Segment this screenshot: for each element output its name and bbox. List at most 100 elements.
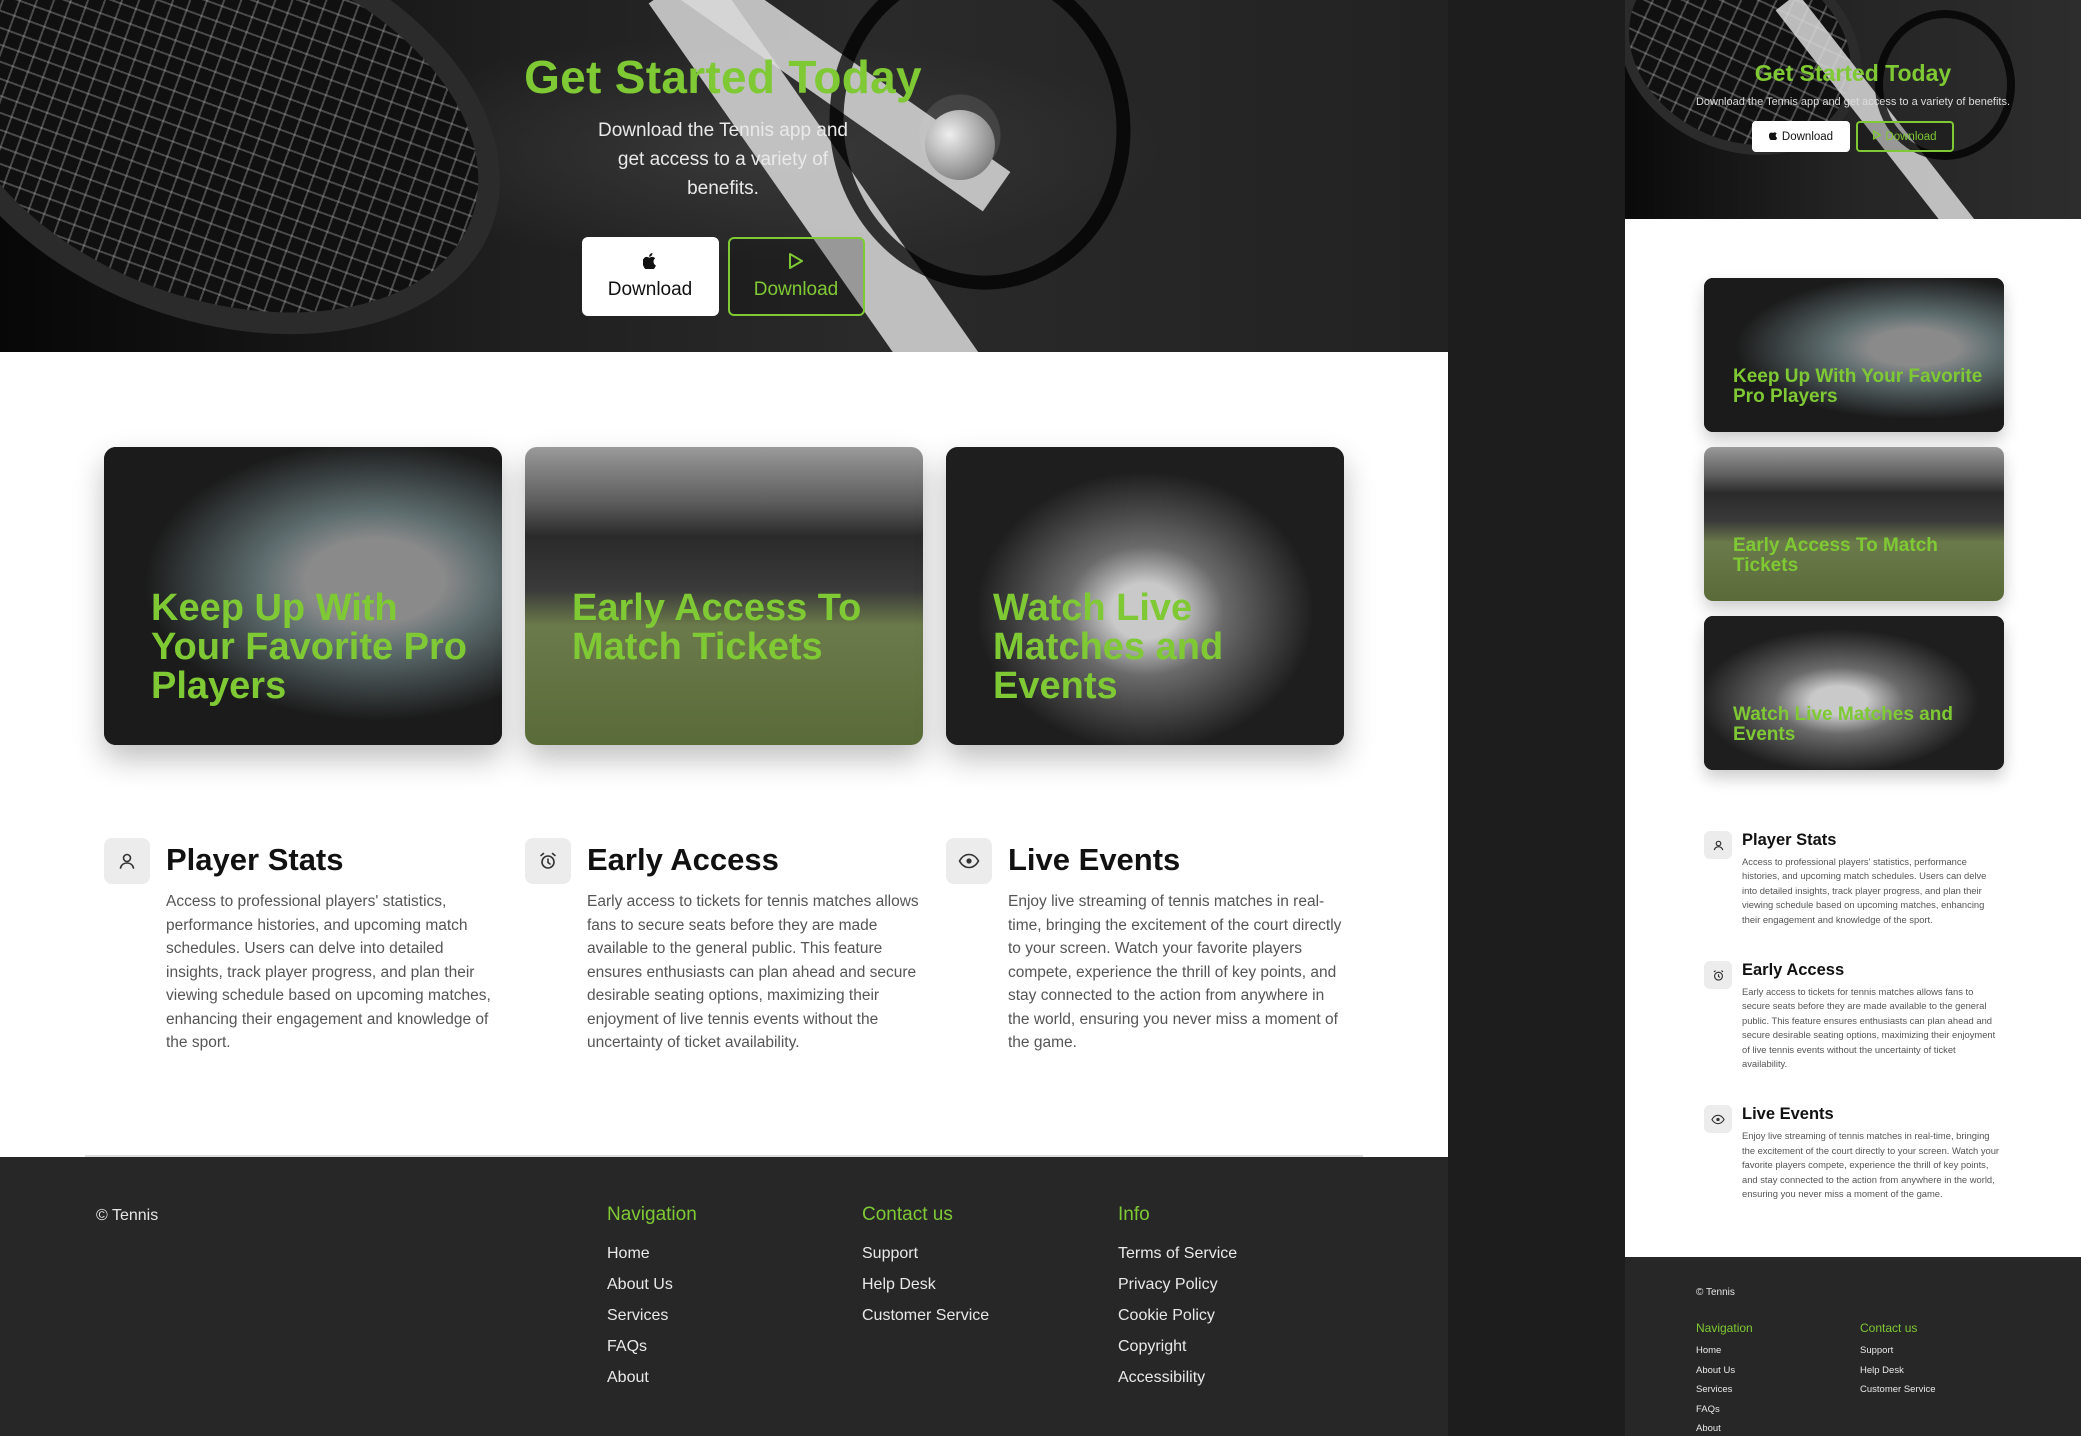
apple-icon (1768, 130, 1778, 143)
alarm-clock-icon (1704, 961, 1732, 990)
feature-live-events: Live Events Enjoy live streaming of tenn… (946, 838, 1344, 1055)
footer-link-home[interactable]: Home (1696, 1341, 1753, 1361)
tennis-player-fist-pump-image (1704, 278, 2004, 432)
footer-column-contact: Contact us Support Help Desk Customer Se… (862, 1204, 989, 1331)
desktop-view: Get Started Today Download the Tennis ap… (0, 0, 1448, 1436)
card-label: Keep Up With Your Favorite Pro Players (1733, 366, 1983, 407)
footer-link-help-desk[interactable]: Help Desk (1860, 1361, 1936, 1381)
footer-link-about-us[interactable]: About Us (1696, 1361, 1753, 1381)
footer-link-about[interactable]: About (1696, 1419, 1753, 1436)
footer-link-customer-service[interactable]: Customer Service (1860, 1380, 1936, 1400)
feature-player-stats: Player Stats Access to professional play… (1704, 831, 2004, 927)
footer-link-accessibility[interactable]: Accessibility (1118, 1362, 1237, 1393)
mobile-hero-section: Get Started Today Download the Tennis ap… (1625, 0, 2081, 219)
feature-title: Early Access (1742, 961, 1845, 980)
card-match-tickets[interactable]: Early Access To Match Tickets (1704, 447, 2004, 601)
feature-description: Enjoy live streaming of tennis matches i… (1008, 893, 1342, 1051)
footer-link-home[interactable]: Home (607, 1238, 697, 1269)
footer-column-info: Info Terms of Service Privacy Policy Coo… (1118, 1204, 1237, 1393)
user-icon (104, 838, 150, 884)
footer-heading: Info (1118, 1204, 1150, 1225)
eye-icon (946, 838, 992, 884)
footer-column-navigation: Navigation Home About Us Services FAQs A… (1696, 1321, 1753, 1436)
download-label: Download (753, 278, 839, 300)
footer-link-faqs[interactable]: FAQs (607, 1331, 697, 1362)
feature-title: Live Events (1742, 1105, 1834, 1124)
hero-content: Get Started Today Download the Tennis ap… (500, 50, 946, 316)
card-live-matches[interactable]: Watch Live Matches and Events (1704, 616, 2004, 770)
feature-description: Access to professional players' statisti… (166, 893, 491, 1051)
download-buttons: Download Download (500, 237, 946, 316)
hero-title: Get Started Today (524, 51, 922, 103)
benefit-cards: Keep Up With Your Favorite Pro Players E… (104, 447, 1344, 745)
card-pro-players[interactable]: Keep Up With Your Favorite Pro Players (104, 447, 502, 745)
app-store-download-button[interactable]: Download (581, 237, 719, 316)
feature-player-stats: Player Stats Access to professional play… (104, 838, 502, 1055)
card-label: Watch Live Matches and Events (1733, 704, 1953, 745)
eye-icon (1704, 1105, 1732, 1134)
feature-description: Access to professional players' statisti… (1742, 856, 1987, 925)
play-store-download-button[interactable]: Download (727, 237, 865, 316)
play-store-icon (789, 252, 803, 273)
footer-link-customer-service[interactable]: Customer Service (862, 1300, 989, 1331)
card-label: Keep Up With Your Favorite Pro Players (151, 587, 468, 707)
footer-link-privacy[interactable]: Privacy Policy (1118, 1269, 1237, 1300)
footer-column-navigation: Navigation Home About Us Services FAQs A… (607, 1204, 697, 1393)
mobile-view: Get Started Today Download the Tennis ap… (1625, 0, 2081, 1436)
card-match-tickets[interactable]: Early Access To Match Tickets (525, 447, 923, 745)
download-label: Download (1885, 130, 1937, 143)
tennis-stadium-crowd-image (1704, 447, 2004, 601)
feature-description: Early access to tickets for tennis match… (587, 893, 919, 1051)
feature-list: Player Stats Access to professional play… (104, 838, 1344, 1055)
apple-icon (642, 252, 657, 273)
footer-link-terms[interactable]: Terms of Service (1118, 1238, 1237, 1269)
footer-link-services[interactable]: Services (1696, 1380, 1753, 1400)
feature-title: Player Stats (166, 842, 344, 877)
footer-heading: Navigation (1696, 1321, 1753, 1335)
download-buttons: Download Download (1625, 121, 2081, 152)
card-label: Early Access To Match Tickets (1733, 535, 1938, 576)
hero-subtitle: Download the Tennis app and get access t… (597, 120, 848, 199)
footer-heading: Navigation (607, 1204, 697, 1225)
hero-title: Get Started Today (1754, 60, 1952, 86)
feature-title: Early Access (587, 842, 779, 877)
mobile-feature-list: Player Stats Access to professional play… (1704, 831, 2004, 1236)
feature-title: Player Stats (1742, 831, 1837, 849)
hero-subtitle: Download the Tennis app and get access t… (1695, 96, 2011, 108)
app-store-download-button[interactable]: Download (1752, 121, 1850, 152)
footer-link-about-us[interactable]: About Us (607, 1269, 697, 1300)
footer-link-support[interactable]: Support (862, 1238, 989, 1269)
feature-description: Enjoy live streaming of tennis matches i… (1742, 1130, 2000, 1200)
footer-link-copyright[interactable]: Copyright (1118, 1331, 1237, 1362)
feature-live-events: Live Events Enjoy live streaming of tenn… (1704, 1105, 2004, 1201)
tennis-player-forehand-image (1704, 616, 2004, 770)
mobile-hero-content: Get Started Today Download the Tennis ap… (1625, 60, 2081, 152)
footer-link-cookie[interactable]: Cookie Policy (1118, 1300, 1237, 1331)
footer-heading: Contact us (862, 1204, 953, 1225)
footer-link-support[interactable]: Support (1860, 1341, 1936, 1361)
user-icon (1704, 831, 1732, 859)
copyright: © Tennis (96, 1207, 159, 1224)
play-store-icon (1873, 130, 1882, 143)
racket-image (0, 0, 559, 352)
footer-heading: Contact us (1860, 1321, 1918, 1335)
footer-link-services[interactable]: Services (607, 1300, 697, 1331)
mobile-benefit-cards: Keep Up With Your Favorite Pro Players E… (1704, 278, 2004, 785)
footer-link-faqs[interactable]: FAQs (1696, 1400, 1753, 1420)
feature-description: Early access to tickets for tennis match… (1742, 986, 1996, 1070)
card-live-matches[interactable]: Watch Live Matches and Events (946, 447, 1344, 745)
footer-link-help-desk[interactable]: Help Desk (862, 1269, 989, 1300)
play-store-download-button[interactable]: Download (1856, 121, 1954, 152)
hero-section: Get Started Today Download the Tennis ap… (0, 0, 1448, 352)
download-label: Download (1781, 130, 1834, 143)
mobile-footer: © Tennis Navigation Home About Us Servic… (1625, 1257, 2081, 1436)
feature-early-access: Early Access Early access to tickets for… (1704, 961, 2004, 1071)
footer-link-about[interactable]: About (607, 1362, 697, 1393)
card-pro-players[interactable]: Keep Up With Your Favorite Pro Players (1704, 278, 2004, 432)
footer: © Tennis Navigation Home About Us Servic… (0, 1157, 1448, 1436)
feature-title: Live Events (1008, 842, 1181, 877)
feature-early-access: Early Access Early access to tickets for… (525, 838, 923, 1055)
alarm-clock-icon (525, 838, 571, 884)
copyright: © Tennis (1696, 1287, 1735, 1298)
footer-column-contact: Contact us Support Help Desk Customer Se… (1860, 1321, 1936, 1400)
